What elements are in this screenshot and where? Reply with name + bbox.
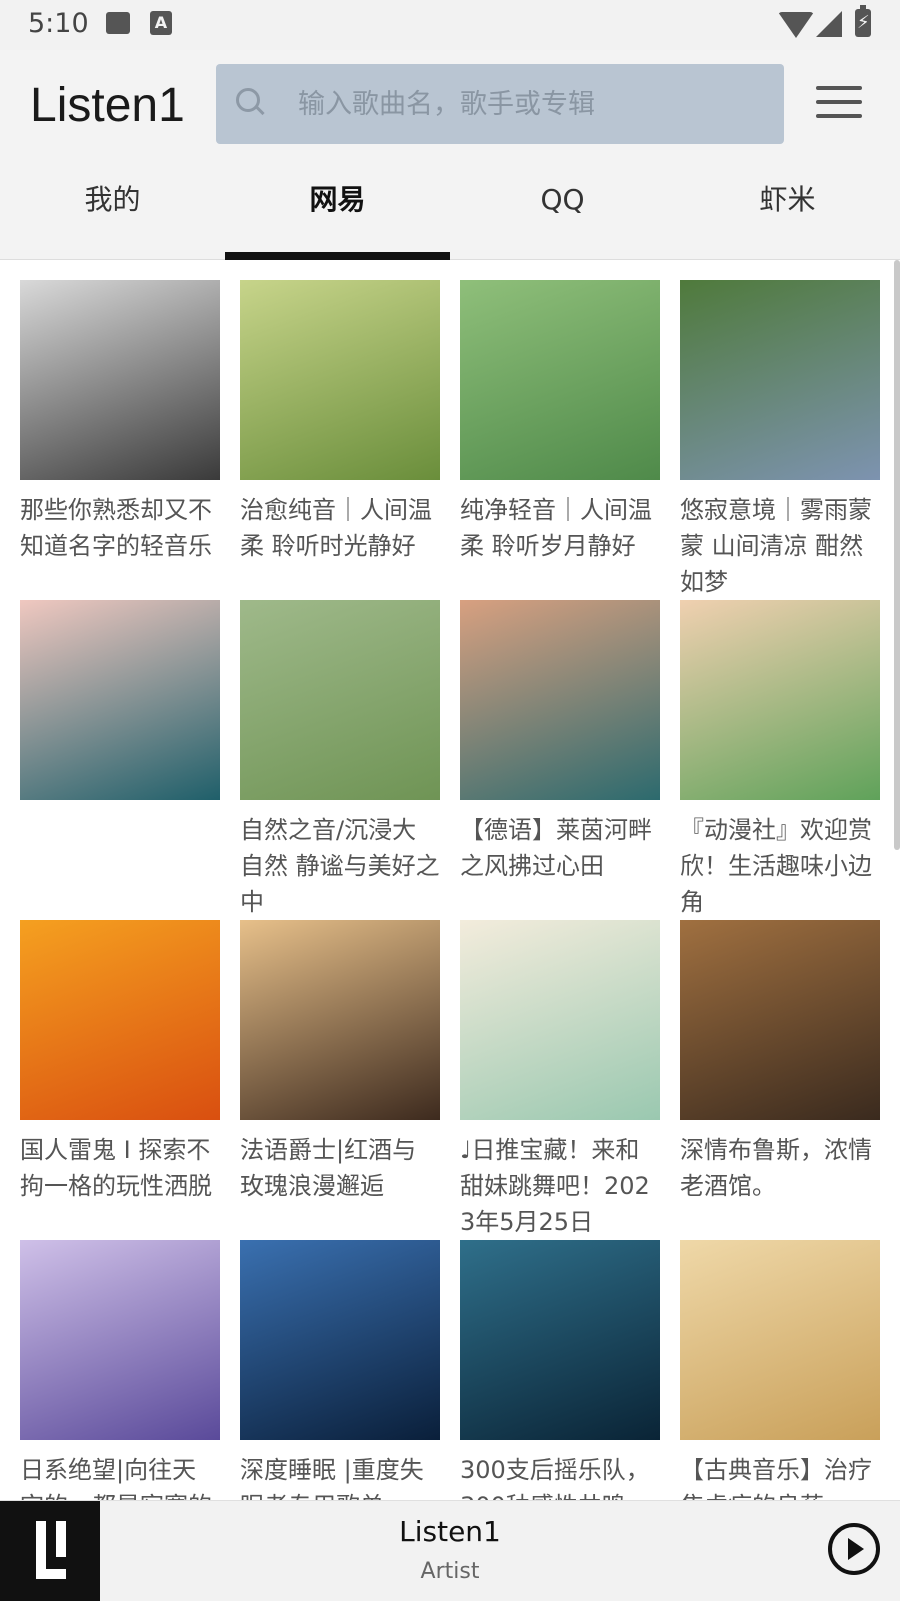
- search-box[interactable]: [216, 64, 784, 144]
- playlist-title[interactable]: 300支后摇乐队，300种感性共鸣: [460, 1452, 660, 1500]
- playlist-title[interactable]: 深情布鲁斯，浓情老酒馆。: [680, 1132, 880, 1204]
- playlist-card[interactable]: [20, 600, 220, 812]
- playlist-cover-image[interactable]: [240, 1240, 440, 1440]
- playlist-cover-image[interactable]: [240, 920, 440, 1120]
- status-time: 5:10: [28, 8, 89, 39]
- playlist-title[interactable]: 那些你熟悉却又不知道名字的轻音乐: [20, 492, 220, 564]
- playlist-title[interactable]: 治愈纯音｜人间温柔 聆听时光静好: [240, 492, 440, 564]
- playlist-grid: 那些你熟悉却又不知道名字的轻音乐 治愈纯音｜人间温柔 聆听时光静好 纯净轻音｜人间温…: [0, 260, 900, 1500]
- playlist-card[interactable]: 法语爵士|红酒与玫瑰浪漫邂逅: [240, 920, 440, 1204]
- playlist-title[interactable]: 国人雷鬼 I 探索不拘一格的玩性洒脱: [20, 1132, 220, 1204]
- playlist-title[interactable]: 深度睡眠 |重度失眠者专用歌单: [240, 1452, 440, 1500]
- playlist-card[interactable]: 国人雷鬼 I 探索不拘一格的玩性洒脱: [20, 920, 220, 1204]
- playlist-title[interactable]: 日系绝望|向往天空的，都是寂寞的: [20, 1452, 220, 1500]
- tab-xiami[interactable]: 虾米: [675, 160, 900, 260]
- playlist-cover-image[interactable]: [20, 600, 220, 800]
- playlist-cover-image[interactable]: [20, 920, 220, 1120]
- playlist-cover-image[interactable]: [460, 280, 660, 480]
- playlist-cover-image[interactable]: [680, 600, 880, 800]
- tab-qq[interactable]: QQ: [450, 160, 675, 260]
- now-playing-title: Listen1: [399, 1515, 501, 1548]
- playlist-card[interactable]: 悠寂意境｜雾雨蒙蒙 山间清凉 酣然如梦: [680, 280, 880, 600]
- playlist-cover-image[interactable]: [20, 1240, 220, 1440]
- playlist-title[interactable]: 法语爵士|红酒与玫瑰浪漫邂逅: [240, 1132, 440, 1204]
- tab-netease[interactable]: 网易: [225, 160, 450, 260]
- playlist-cover-image[interactable]: [20, 280, 220, 480]
- playlist-cover-image[interactable]: [680, 1240, 880, 1440]
- playlist-cover-image[interactable]: [240, 600, 440, 800]
- menu-icon[interactable]: [816, 86, 862, 120]
- playlist-title[interactable]: 悠寂意境｜雾雨蒙蒙 山间清凉 酣然如梦: [680, 492, 880, 600]
- app-title: Listen1: [30, 79, 185, 132]
- playlist-cover-image[interactable]: [460, 600, 660, 800]
- playlist-card[interactable]: 【古典音乐】治疗焦虑症的良药: [680, 1240, 880, 1500]
- scrollbar[interactable]: [894, 260, 900, 850]
- app-header: Listen1: [0, 50, 900, 160]
- playlist-cover-image[interactable]: [460, 920, 660, 1120]
- playlist-title[interactable]: 『动漫社』欢迎赏欣！生活趣味小边角: [680, 812, 880, 920]
- tab-mine[interactable]: 我的: [0, 160, 225, 260]
- playlist-card[interactable]: 自然之音/沉浸大自然 静谧与美好之中: [240, 600, 440, 920]
- playlist-cover-image[interactable]: [240, 280, 440, 480]
- now-playing-artist: Artist: [420, 1559, 480, 1584]
- playlist-card[interactable]: 纯净轻音｜人间温柔 聆听岁月静好: [460, 280, 660, 564]
- player-bar[interactable]: Listen1 Artist: [0, 1500, 900, 1601]
- playlist-card[interactable]: 治愈纯音｜人间温柔 聆听时光静好: [240, 280, 440, 564]
- playlist-card[interactable]: ♩日推宝藏！来和甜妹跳舞吧！2023年5月25日: [460, 920, 660, 1240]
- playlist-card[interactable]: 那些你熟悉却又不知道名字的轻音乐: [20, 280, 220, 564]
- image-icon: [106, 12, 130, 34]
- source-tabs: 我的 网易 QQ 虾米: [0, 160, 900, 260]
- playlist-card[interactable]: 深情布鲁斯，浓情老酒馆。: [680, 920, 880, 1204]
- a-icon: A: [150, 11, 172, 35]
- search-input[interactable]: [296, 80, 770, 128]
- playlist-card[interactable]: 【德语】莱茵河畔之风拂过心田: [460, 600, 660, 884]
- search-icon: [236, 88, 260, 112]
- playlist-card[interactable]: 深度睡眠 |重度失眠者专用歌单: [240, 1240, 440, 1500]
- playlist-title[interactable]: ♩日推宝藏！来和甜妹跳舞吧！2023年5月25日: [460, 1132, 660, 1240]
- wifi-icon: [778, 12, 814, 38]
- playlist-cover-image[interactable]: [680, 280, 880, 480]
- play-button[interactable]: [828, 1523, 880, 1575]
- playlist-title[interactable]: 【德语】莱茵河畔之风拂过心田: [460, 812, 660, 884]
- playlist-title[interactable]: 自然之音/沉浸大自然 静谧与美好之中: [240, 812, 440, 920]
- playlist-title[interactable]: 【古典音乐】治疗焦虑症的良药: [680, 1452, 880, 1500]
- playlist-title[interactable]: 纯净轻音｜人间温柔 聆听岁月静好: [460, 492, 660, 564]
- playlist-cover-image[interactable]: [680, 920, 880, 1120]
- battery-icon: ⚡: [855, 5, 871, 37]
- playlist-card[interactable]: 300支后摇乐队，300种感性共鸣: [460, 1240, 660, 1500]
- signal-icon: [816, 11, 842, 37]
- playlist-card[interactable]: 日系绝望|向往天空的，都是寂寞的: [20, 1240, 220, 1500]
- status-bar: 5:10 A ⚡: [0, 0, 900, 50]
- playlist-cover-image[interactable]: [460, 1240, 660, 1440]
- playlist-card[interactable]: 『动漫社』欢迎赏欣！生活趣味小边角: [680, 600, 880, 920]
